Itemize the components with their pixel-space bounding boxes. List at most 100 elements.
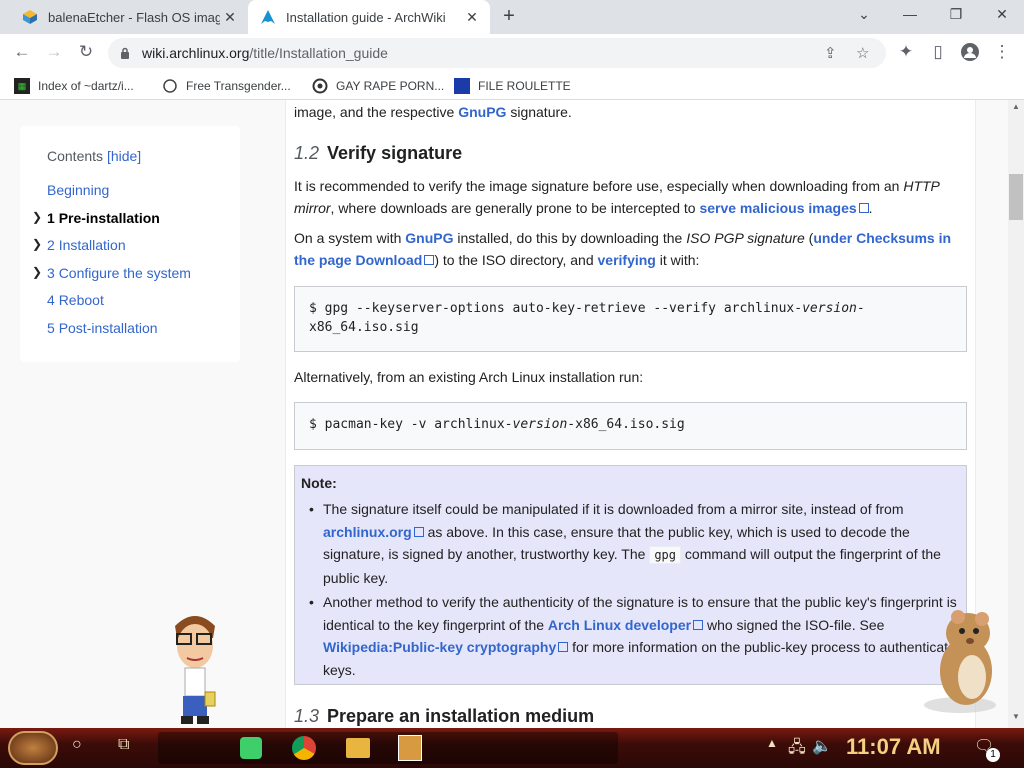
- section-number: 1.2: [294, 143, 320, 163]
- bookmark-item[interactable]: Free Transgender...: [162, 78, 291, 94]
- paragraph: It is recommended to verify the image si…: [294, 175, 959, 219]
- url-text: wiki.archlinux.org/title/Installation_gu…: [142, 45, 388, 61]
- text: .: [868, 200, 873, 216]
- toc-item-label: Reboot: [58, 292, 104, 308]
- tab-balenaetcher[interactable]: balenaEtcher - Flash OS images ✕: [8, 0, 248, 34]
- article-content: image, and the respective GnuPG signatur…: [285, 100, 976, 728]
- scroll-down-arrow-icon[interactable]: ▼: [1012, 712, 1020, 721]
- network-icon[interactable]: 🖧: [788, 736, 806, 763]
- address-bar[interactable]: wiki.archlinux.org/title/Installation_gu…: [108, 38, 886, 68]
- desktop-mascot-hamster[interactable]: [920, 605, 1006, 715]
- text: ) to the ISO directory, and: [434, 252, 598, 268]
- section-title: Prepare an installation medium: [327, 706, 595, 726]
- code-text: $ pacman-key -v archlinux-: [309, 417, 513, 432]
- code-block-gpg: $ gpg --keyserver-options auto-key-retri…: [294, 286, 967, 352]
- toc-item-configure[interactable]: 3 Configure the system: [47, 265, 191, 281]
- toc-item-post-installation[interactable]: 5 Post-installation: [47, 320, 158, 336]
- start-button[interactable]: [8, 731, 58, 765]
- taskbar: ○ ⧉ ▲ 🖧 🔈 11:07 AM 🗨 1: [0, 728, 1024, 768]
- text: image, and the respective: [294, 104, 459, 120]
- side-panel-icon[interactable]: ▯: [926, 42, 950, 64]
- text: it with:: [655, 252, 700, 268]
- file-explorer-icon[interactable]: [346, 738, 370, 758]
- text: The signature itself could be manipulate…: [323, 501, 904, 517]
- close-tab-icon[interactable]: ✕: [220, 9, 240, 26]
- bookmark-item[interactable]: ▦ Index of ~dartz/i...: [14, 78, 134, 94]
- restore-icon[interactable]: ❐: [944, 6, 968, 23]
- code-emphasis: version: [512, 417, 568, 432]
- paragraph: image, and the respective GnuPG signatur…: [294, 101, 959, 123]
- toc-title: Contents: [47, 148, 104, 164]
- wikipedia-public-key-link[interactable]: Wikipedia:Public-key cryptography: [323, 639, 556, 655]
- cortana-circle-icon[interactable]: ○: [72, 736, 82, 754]
- reload-icon[interactable]: ↻: [74, 42, 98, 64]
- vertical-scrollbar[interactable]: ▲ ▼: [1008, 100, 1024, 728]
- chevron-right-icon[interactable]: ❯: [32, 237, 42, 251]
- close-window-icon[interactable]: ✕: [990, 6, 1014, 23]
- bookmark-item[interactable]: GAY RAPE PORN...: [312, 78, 444, 94]
- toc-item-number: 1: [47, 210, 55, 226]
- code-block-pacman-key: $ pacman-key -v archlinux-version-x86_64…: [294, 402, 967, 450]
- toc-item-beginning[interactable]: Beginning: [47, 182, 109, 198]
- chrome-app-icon[interactable]: [292, 736, 316, 760]
- bookmarks-bar: ▦ Index of ~dartz/i... Free Transgender.…: [0, 72, 1024, 100]
- chevron-right-icon[interactable]: ❯: [32, 210, 42, 224]
- section-number: 1.3: [294, 706, 320, 726]
- notification-count-badge: 1: [986, 748, 1000, 762]
- bookmark-favicon-icon: ▦: [14, 78, 30, 94]
- toc-item-label: Configure the system: [58, 265, 191, 281]
- bookmark-star-icon[interactable]: ☆: [856, 44, 869, 62]
- verifying-link[interactable]: verifying: [598, 252, 656, 268]
- forward-arrow-icon[interactable]: →: [42, 42, 66, 64]
- text: who signed the ISO-file. See: [703, 616, 885, 633]
- archlinux-org-link[interactable]: archlinux.org: [323, 524, 412, 540]
- notes-app-icon[interactable]: [240, 737, 262, 759]
- tray-overflow-chevron-icon[interactable]: ▲: [766, 736, 778, 750]
- toc-item-number: 5: [47, 320, 55, 336]
- back-arrow-icon[interactable]: ←: [10, 42, 34, 64]
- gnupg-link[interactable]: GnuPG: [405, 230, 453, 246]
- task-view-icon[interactable]: ⧉: [118, 736, 129, 754]
- toc-item-installation[interactable]: 2 Installation: [47, 237, 126, 253]
- pinned-app-icon[interactable]: [398, 735, 422, 761]
- lock-icon: [120, 46, 130, 59]
- chevron-right-icon[interactable]: ❯: [32, 265, 42, 279]
- scroll-up-arrow-icon[interactable]: ▲: [1012, 102, 1020, 111]
- taskbar-apps-region: [158, 732, 618, 764]
- emphasis: ISO PGP signature: [686, 230, 805, 246]
- toc-header: Contents [hide]: [47, 148, 141, 164]
- text: signature.: [506, 104, 572, 120]
- tab-strip: balenaEtcher - Flash OS images ✕ Install…: [0, 0, 1024, 34]
- text: On a system with: [294, 230, 406, 246]
- arch-linux-developer-link[interactable]: Arch Linux developer: [548, 617, 691, 633]
- volume-muted-icon[interactable]: 🔈: [812, 736, 832, 756]
- bookmark-label: FILE ROULETTE: [478, 79, 571, 93]
- code-emphasis: version: [802, 301, 857, 316]
- toc-item-reboot[interactable]: 4 Reboot: [47, 292, 104, 308]
- text: , where downloads are generally prone to…: [330, 200, 700, 216]
- new-tab-plus-icon[interactable]: +: [498, 5, 520, 28]
- tab-search-chevron-icon[interactable]: ⌄: [852, 6, 876, 23]
- bookmark-favicon-icon: [162, 78, 178, 94]
- taskbar-clock[interactable]: 11:07 AM: [846, 734, 941, 760]
- profile-avatar-icon[interactable]: [958, 42, 982, 64]
- url-path: /title/Installation_guide: [249, 45, 388, 61]
- menu-kebab-icon[interactable]: ⋮: [990, 42, 1014, 64]
- serve-malicious-images-link[interactable]: serve malicious images: [699, 200, 856, 216]
- tab-archwiki[interactable]: Installation guide - ArchWiki ✕: [248, 0, 490, 34]
- scrollbar-thumb[interactable]: [1009, 174, 1023, 220]
- share-icon[interactable]: ⇪: [824, 44, 837, 62]
- desktop-mascot-man[interactable]: [165, 608, 225, 728]
- external-link-icon: [693, 619, 704, 630]
- code-text: -x86_64.iso.sig: [567, 417, 685, 432]
- extensions-puzzle-icon[interactable]: ✦: [894, 42, 918, 64]
- minimize-icon[interactable]: —: [898, 6, 922, 22]
- toc-hide-link[interactable]: [hide]: [107, 148, 141, 164]
- section-title: Verify signature: [327, 143, 463, 163]
- bookmark-item[interactable]: FILE ROULETTE: [454, 78, 571, 94]
- gnupg-link[interactable]: GnuPG: [458, 104, 506, 120]
- toc-item-label: Post-installation: [58, 320, 158, 336]
- close-tab-icon[interactable]: ✕: [462, 9, 482, 26]
- paragraph: On a system with GnuPG installed, do thi…: [294, 227, 959, 271]
- toc-item-pre-installation[interactable]: 1 Pre-installation: [47, 210, 160, 226]
